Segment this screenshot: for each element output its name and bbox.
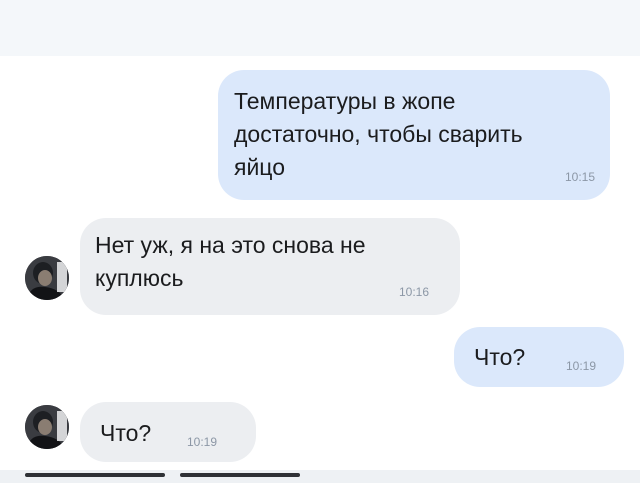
chat-screen: Температуры в жопе достаточно, чтобы сва… xyxy=(0,0,640,483)
message-bubble-incoming[interactable]: Что? 10:19 xyxy=(80,402,256,462)
message-text: Нет уж, я на это снова не куплюсь xyxy=(95,232,366,291)
message-text: Что? xyxy=(100,420,152,446)
contact-avatar[interactable] xyxy=(25,405,69,449)
message-bubble-incoming[interactable]: Нет уж, я на это снова не куплюсь 10:16 xyxy=(80,218,460,315)
home-indicator xyxy=(25,473,165,477)
avatar-icon xyxy=(25,405,69,449)
message-timestamp: 10:16 xyxy=(399,285,430,299)
message-timestamp: 10:15 xyxy=(565,170,596,184)
home-indicator xyxy=(180,473,300,477)
message-timestamp: 10:19 xyxy=(187,435,218,449)
contact-avatar[interactable] xyxy=(25,256,69,300)
message-text: Температуры в жопе достаточно, чтобы сва… xyxy=(234,88,523,180)
message-bubble-outgoing[interactable]: Что? 10:19 xyxy=(454,327,624,387)
message-timestamp: 10:19 xyxy=(566,359,597,373)
avatar-icon xyxy=(25,256,69,300)
composer-edge xyxy=(0,470,640,483)
message-text: Что? xyxy=(474,344,526,370)
message-bubble-outgoing[interactable]: Температуры в жопе достаточно, чтобы сва… xyxy=(218,70,610,200)
message-list[interactable]: Температуры в жопе достаточно, чтобы сва… xyxy=(0,0,640,470)
